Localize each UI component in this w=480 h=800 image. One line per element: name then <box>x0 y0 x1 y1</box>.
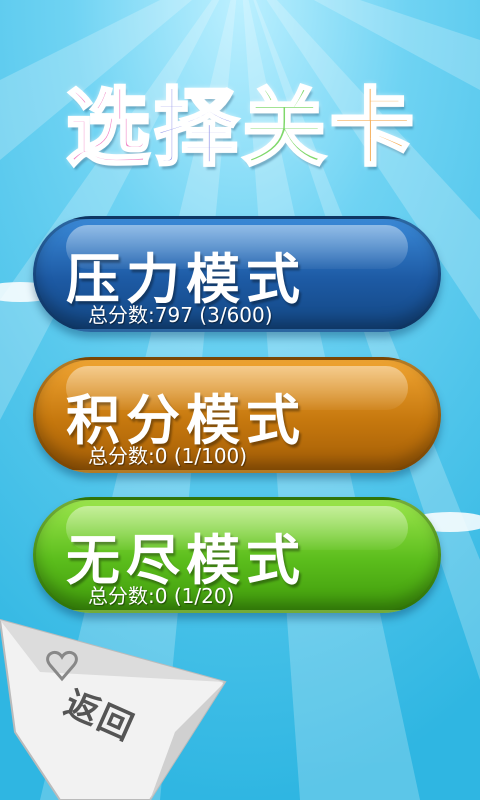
score-label: 总分数: <box>88 303 155 327</box>
title-char: 选 <box>64 78 151 179</box>
endless-mode-button[interactable]: 无尽模式 总分数:0 (1/20) <box>33 497 441 613</box>
score-label: 总分数: <box>88 584 155 608</box>
mode-score-line: 总分数:0 (1/20) <box>88 580 234 609</box>
score-value: 0 <box>154 444 168 468</box>
level-progress: (3/600) <box>199 303 273 327</box>
mode-score-line: 总分数:797 (3/600) <box>88 299 273 328</box>
mode-score-line: 总分数:0 (1/100) <box>88 440 247 469</box>
title-char: 择 <box>152 78 239 179</box>
points-mode-button[interactable]: 积分模式 总分数:0 (1/100) <box>33 357 441 473</box>
level-progress: (1/20) <box>173 584 235 608</box>
level-progress: (1/100) <box>173 444 248 468</box>
title-char: 关 <box>240 78 327 179</box>
score-value: 0 <box>154 584 168 608</box>
pressure-mode-button[interactable]: 压力模式 总分数:797 (3/600) <box>33 216 441 332</box>
title-char: 卡 <box>329 78 416 179</box>
score-value: 797 <box>154 303 193 327</box>
page-title: 选 择 关 卡 <box>0 78 480 188</box>
score-label: 总分数: <box>88 444 155 468</box>
